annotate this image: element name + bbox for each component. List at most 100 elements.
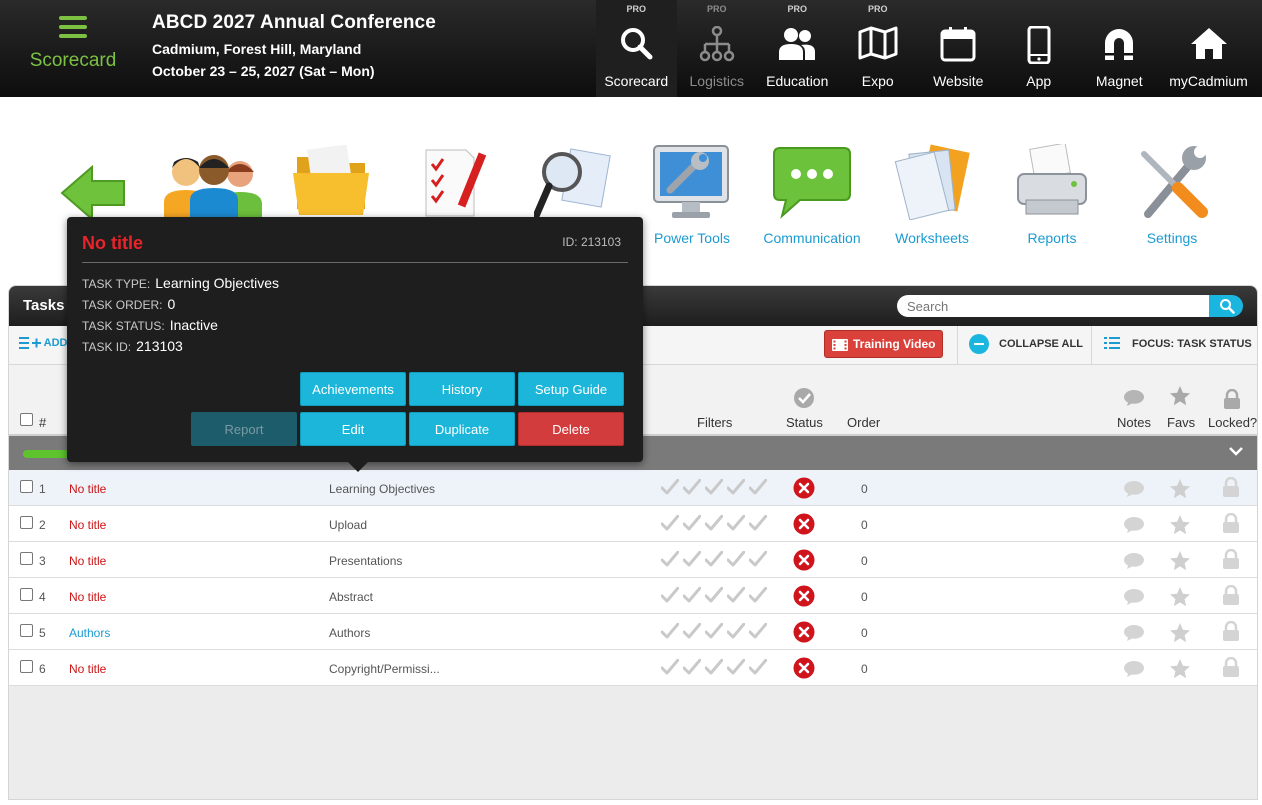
- achievements-button[interactable]: Achievements: [300, 372, 406, 406]
- star-icon[interactable]: [1169, 478, 1191, 500]
- row-filters: [660, 658, 768, 678]
- col-favs[interactable]: Favs: [1167, 415, 1195, 430]
- popup-divider: [82, 262, 628, 263]
- brand[interactable]: Scorecard: [18, 12, 128, 72]
- back-arrow-icon[interactable]: [60, 165, 126, 221]
- lock-icon[interactable]: [1222, 549, 1240, 569]
- folder-icon[interactable]: [293, 145, 373, 217]
- notes-icon[interactable]: [1123, 660, 1145, 678]
- table-row[interactable]: 2 No title Upload 0: [9, 506, 1257, 542]
- menu-icon[interactable]: [59, 16, 87, 38]
- col-notes[interactable]: Notes: [1117, 415, 1151, 430]
- task-popup: No title ID: 213103 TASK TYPE: Learning O…: [67, 217, 643, 472]
- row-checkbox[interactable]: [20, 480, 33, 493]
- row-checkbox[interactable]: [20, 588, 33, 601]
- lock-icon[interactable]: [1222, 513, 1240, 533]
- task-type-value: Learning Objectives: [155, 275, 279, 291]
- filter-check-icon: [704, 658, 724, 678]
- table-row[interactable]: 3 No title Presentations 0: [9, 542, 1257, 578]
- col-locked[interactable]: Locked?: [1208, 415, 1257, 430]
- edit-button[interactable]: Edit: [300, 412, 406, 446]
- star-icon[interactable]: [1169, 586, 1191, 608]
- nav-education[interactable]: PRO Education: [757, 0, 838, 97]
- history-button[interactable]: History: [409, 372, 515, 406]
- nav-website[interactable]: Website: [918, 0, 999, 97]
- star-icon[interactable]: [1169, 658, 1191, 680]
- notes-icon[interactable]: [1123, 552, 1145, 570]
- status-inactive-icon[interactable]: [793, 477, 815, 499]
- status-inactive-icon[interactable]: [793, 585, 815, 607]
- lock-icon[interactable]: [1222, 585, 1240, 605]
- notes-icon[interactable]: [1123, 624, 1145, 642]
- nav-app[interactable]: App: [999, 0, 1080, 97]
- magnifier-docs-icon[interactable]: [534, 148, 614, 218]
- status-inactive-icon[interactable]: [793, 513, 815, 535]
- training-video-button[interactable]: Training Video: [824, 330, 943, 358]
- collapse-all-button[interactable]: COLLAPSE ALL: [969, 334, 1083, 354]
- row-order: 0: [861, 554, 868, 568]
- checklist-icon[interactable]: [420, 144, 488, 218]
- filter-check-icon: [682, 622, 702, 642]
- select-all-checkbox[interactable]: [20, 413, 33, 426]
- star-icon[interactable]: [1169, 622, 1191, 644]
- status-inactive-icon[interactable]: [793, 621, 815, 643]
- filter-check-icon: [660, 658, 680, 678]
- notes-icon[interactable]: [1123, 516, 1145, 534]
- row-number: 2: [39, 518, 46, 532]
- lock-icon[interactable]: [1222, 477, 1240, 497]
- row-title-link[interactable]: No title: [69, 518, 106, 532]
- row-filters: [660, 478, 768, 498]
- table-row[interactable]: 1 No title Learning Objectives 0: [9, 470, 1257, 506]
- lock-icon[interactable]: [1222, 657, 1240, 677]
- row-checkbox[interactable]: [20, 624, 33, 637]
- toolbar-divider: [1091, 326, 1092, 364]
- nav-magnet[interactable]: Magnet: [1079, 0, 1160, 97]
- row-title-link[interactable]: Authors: [69, 626, 110, 640]
- col-status[interactable]: Status: [786, 415, 823, 430]
- training-video-label: Training Video: [853, 337, 936, 351]
- row-order: 0: [861, 590, 868, 604]
- star-icon[interactable]: [1169, 514, 1191, 536]
- chevron-down-icon[interactable]: [1229, 446, 1243, 456]
- top-bar: Scorecard ABCD 2027 Annual Conference Ca…: [0, 0, 1262, 97]
- row-title-link[interactable]: No title: [69, 590, 106, 604]
- table-row[interactable]: 5 Authors Authors 0: [9, 614, 1257, 650]
- col-order[interactable]: Order: [847, 415, 880, 430]
- row-order: 0: [861, 482, 868, 496]
- lock-icon[interactable]: [1222, 621, 1240, 641]
- row-title-link[interactable]: No title: [69, 662, 106, 676]
- pro-badge: PRO: [867, 4, 888, 14]
- notes-icon[interactable]: [1123, 480, 1145, 498]
- film-icon: [832, 339, 848, 351]
- table-row[interactable]: 6 No title Copyright/Permissi... 0: [9, 650, 1257, 686]
- row-title-link[interactable]: No title: [69, 554, 106, 568]
- filter-check-icon: [704, 550, 724, 570]
- table-row[interactable]: 4 No title Abstract 0: [9, 578, 1257, 614]
- star-icon[interactable]: [1169, 550, 1191, 572]
- row-checkbox[interactable]: [20, 552, 33, 565]
- nav-logistics[interactable]: PRO Logistics: [677, 0, 758, 97]
- add-task-button[interactable]: ADD: [19, 337, 68, 350]
- search-input[interactable]: [897, 295, 1209, 317]
- search-button[interactable]: [1209, 295, 1243, 317]
- tasks-title: Tasks: [23, 297, 65, 314]
- duplicate-button[interactable]: Duplicate: [409, 412, 515, 446]
- row-checkbox[interactable]: [20, 660, 33, 673]
- nav-mycadmium[interactable]: myCadmium: [1160, 0, 1258, 97]
- setup-guide-button[interactable]: Setup Guide: [518, 372, 624, 406]
- nav-label: Logistics: [689, 73, 744, 89]
- notes-icon[interactable]: [1123, 588, 1145, 606]
- task-order-key: TASK ORDER:: [82, 298, 163, 312]
- people-group-icon[interactable]: [160, 150, 264, 218]
- status-inactive-icon[interactable]: [793, 657, 815, 679]
- focus-button[interactable]: FOCUS: TASK STATUS: [1104, 337, 1252, 350]
- row-title-link[interactable]: No title: [69, 482, 106, 496]
- delete-button[interactable]: Delete: [518, 412, 624, 446]
- nav-expo[interactable]: PRO Expo: [838, 0, 919, 97]
- row-task-type: Learning Objectives: [329, 482, 436, 496]
- col-filters[interactable]: Filters: [697, 415, 732, 430]
- status-inactive-icon[interactable]: [793, 549, 815, 571]
- row-checkbox[interactable]: [20, 516, 33, 529]
- nav-scorecard[interactable]: PRO Scorecard: [596, 0, 677, 97]
- report-button[interactable]: Report: [191, 412, 297, 446]
